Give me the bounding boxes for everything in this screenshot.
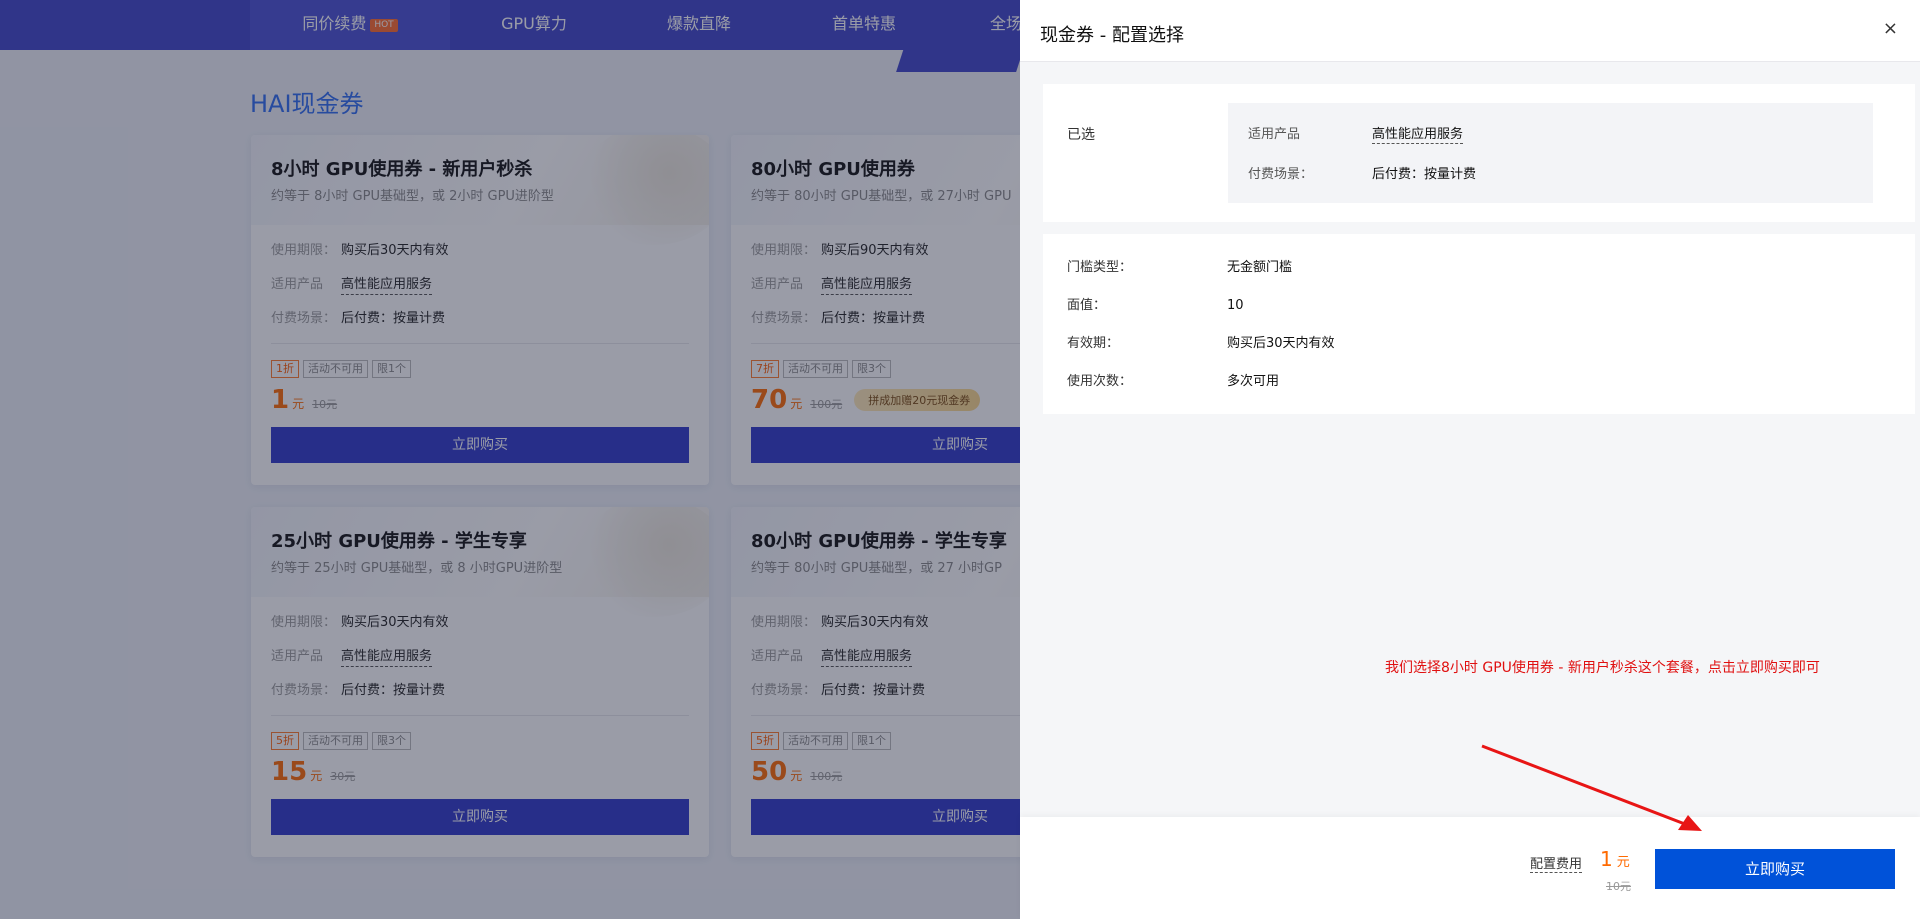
detail-value: 10: [1227, 298, 1244, 313]
detail-value: 购买后30天内有效: [1227, 336, 1335, 351]
selected-product-row: 适用产品 高性能应用服务: [1248, 123, 1464, 144]
config-drawer: 现金券 - 配置选择 × 已选 适用产品 高性能应用服务 付费场景： 后付费：按量计…: [1020, 0, 1920, 919]
detail-row: 有效期： 购买后30天内有效: [1067, 332, 1335, 351]
buy-now-button[interactable]: 立即购买: [1655, 849, 1895, 889]
drawer-footer: 配置费用 1元 10元 立即购买: [1020, 817, 1920, 919]
drawer-title: 现金券 - 配置选择: [1040, 25, 1184, 46]
detail-row: 门槛类型： 无金额门槛: [1067, 256, 1292, 275]
selected-label: 已选: [1067, 127, 1095, 143]
billing-value: 后付费：按量计费: [1372, 167, 1477, 182]
detail-value: 多次可用: [1227, 374, 1280, 389]
selected-summary: 适用产品 高性能应用服务 付费场景： 后付费：按量计费: [1228, 103, 1873, 203]
fee-price-value: 1: [1600, 847, 1613, 871]
details-panel: 门槛类型： 无金额门槛 面值： 10 有效期： 购买后30天内有效 使用次数： 多次可用: [1043, 234, 1915, 414]
detail-label: 使用次数：: [1067, 374, 1133, 389]
close-icon[interactable]: ×: [1883, 18, 1898, 39]
fee-price: 1元: [1600, 847, 1630, 871]
selected-billing-row: 付费场景： 后付费：按量计费: [1248, 163, 1476, 182]
detail-label: 有效期：: [1067, 336, 1120, 351]
detail-label: 门槛类型：: [1067, 260, 1133, 275]
annotation-text: 我们选择8小时 GPU使用券 - 新用户秒杀这个套餐，点击立即购买即可: [1385, 660, 1820, 676]
drawer-header: 现金券 - 配置选择 ×: [1020, 0, 1920, 62]
fee-original-price: 10元: [1606, 880, 1631, 893]
detail-row: 使用次数： 多次可用: [1067, 370, 1279, 389]
detail-row: 面值： 10: [1067, 294, 1244, 313]
detail-label: 面值：: [1067, 298, 1107, 313]
modal-overlay[interactable]: [0, 0, 1020, 919]
product-value[interactable]: 高性能应用服务: [1372, 127, 1464, 144]
selected-panel: 已选 适用产品 高性能应用服务 付费场景： 后付费：按量计费: [1043, 84, 1915, 222]
detail-value: 无金额门槛: [1227, 260, 1293, 275]
field-label: 适用产品: [1248, 127, 1301, 142]
fee-label[interactable]: 配置费用: [1530, 853, 1583, 873]
field-label: 付费场景：: [1248, 167, 1314, 182]
fee-price-unit: 元: [1616, 855, 1630, 870]
